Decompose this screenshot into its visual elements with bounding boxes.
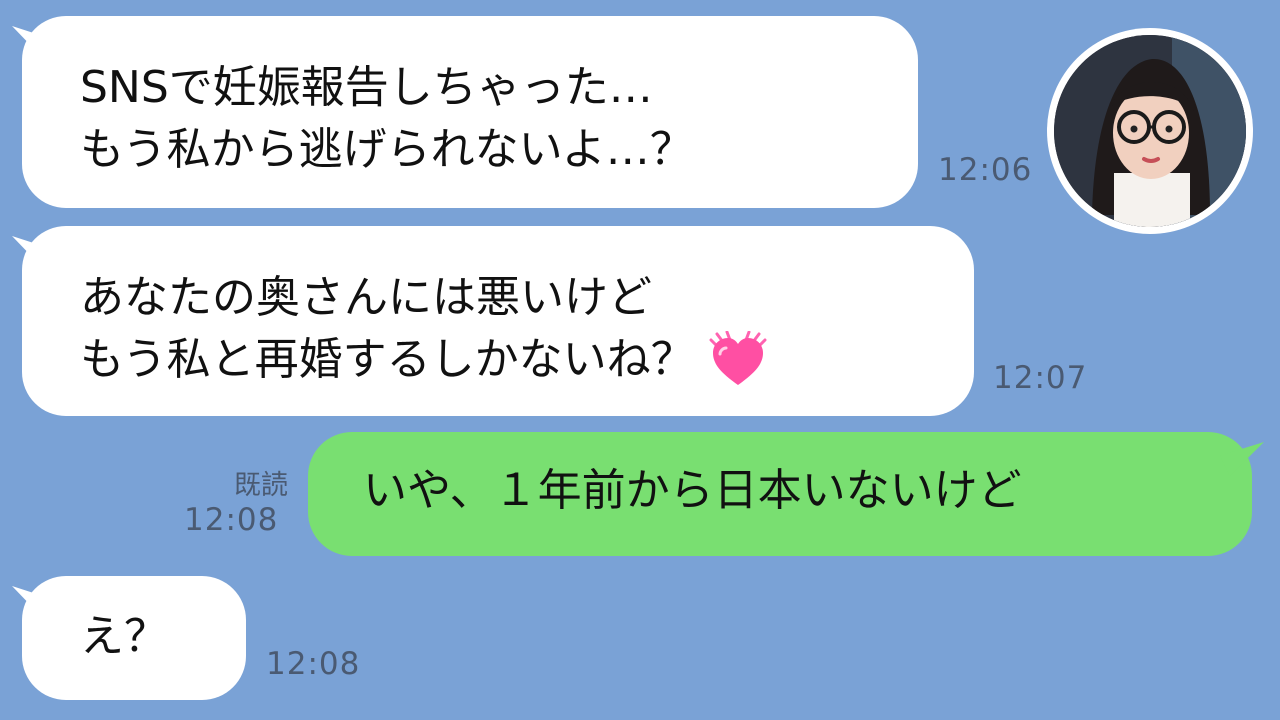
message-timestamp: 12:08 <box>184 502 279 538</box>
message-bubble-outgoing[interactable]: いや、１年前から日本いないけど <box>308 432 1252 556</box>
heart-icon <box>709 330 767 389</box>
avatar[interactable] <box>1047 28 1253 234</box>
message-timestamp: 12:07 <box>993 360 1088 396</box>
message-timestamp: 12:08 <box>266 646 361 682</box>
read-receipt: 既読 <box>234 470 288 501</box>
avatar-portrait <box>1054 35 1246 227</box>
message-text-line: もう私から逃げられないよ…？ <box>80 124 694 175</box>
message-text-fragment: もう私と再婚するしかないね？ <box>80 334 695 385</box>
message-text-line: いや、１年前から日本いないけど <box>363 465 1022 516</box>
message-text-line: SNSで妊娠報告しちゃった… <box>80 62 653 113</box>
message-bubble-incoming[interactable]: SNSで妊娠報告しちゃった… もう私から逃げられないよ…？ <box>22 16 918 208</box>
message-timestamp: 12:06 <box>938 152 1033 188</box>
message-text-line: え？ <box>80 611 168 662</box>
message-text-line: もう私と再婚するしかないね？ <box>80 329 974 391</box>
message-bubble-incoming[interactable]: え？ <box>22 576 246 700</box>
message-text-line: あなたの奥さんには悪いけど <box>80 272 652 323</box>
message-bubble-incoming[interactable]: あなたの奥さんには悪いけど もう私と再婚するしかないね？ <box>22 226 974 416</box>
chat-screen: SNSで妊娠報告しちゃった… もう私から逃げられないよ…？ 12:06 あなたの… <box>0 0 1280 720</box>
